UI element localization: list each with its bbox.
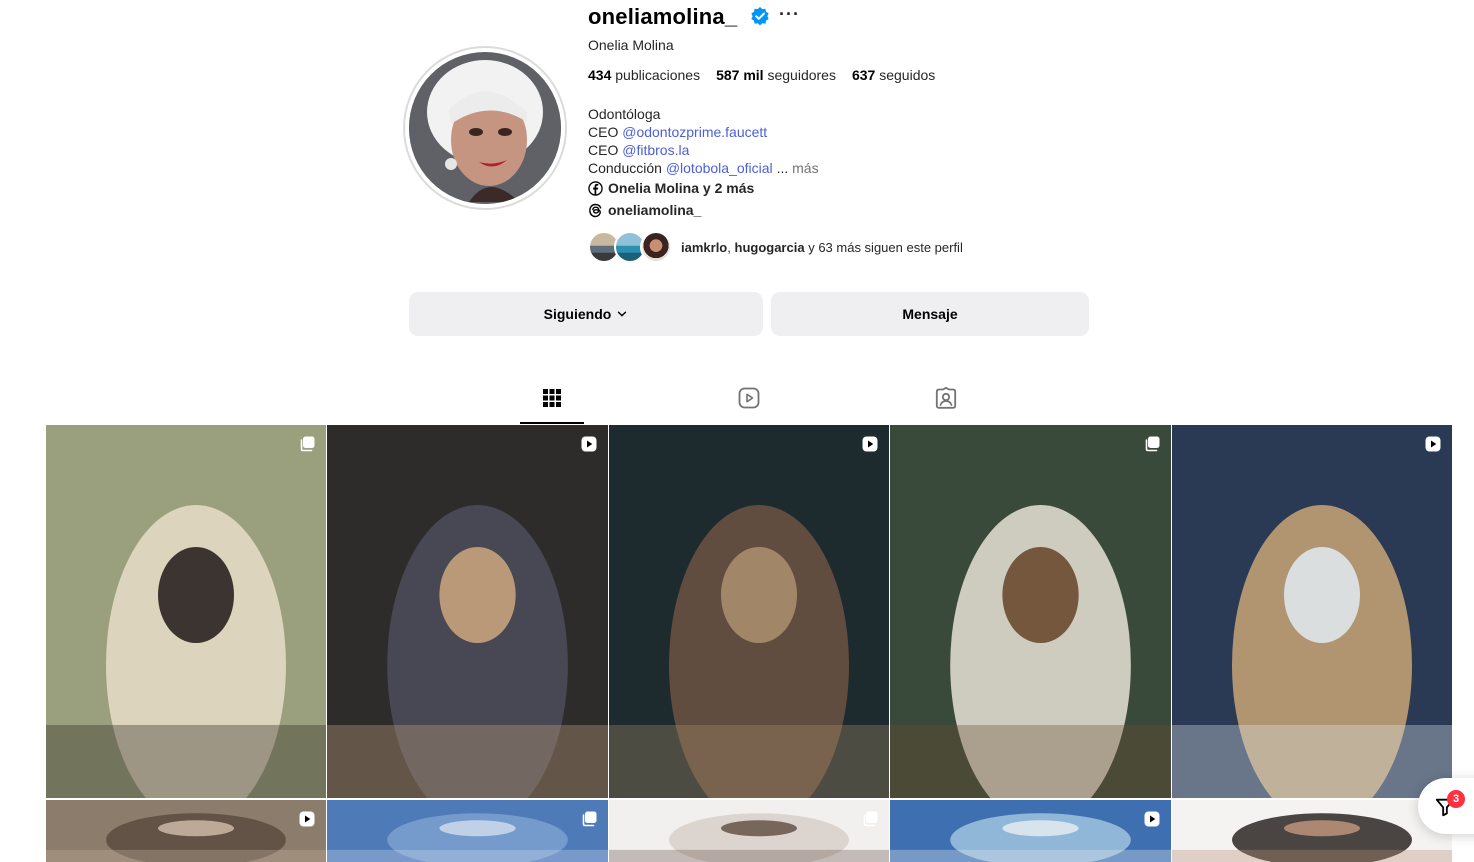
profile-avatar[interactable] (409, 52, 561, 204)
message-button-label: Mensaje (902, 306, 958, 322)
chevron-down-icon (618, 311, 627, 317)
more-options-icon[interactable]: ··· (779, 4, 800, 25)
profile-stats: 434 publicaciones 587 mil seguidores 637… (588, 67, 935, 83)
post-thumbnail[interactable] (46, 800, 326, 862)
post-thumbnail[interactable] (890, 425, 1171, 798)
bio-more-link[interactable]: más (792, 160, 818, 176)
reel-icon (862, 436, 878, 452)
post-image (46, 800, 326, 862)
post-image (890, 425, 1171, 798)
carousel-icon (1145, 436, 1160, 452)
reels-icon (738, 387, 760, 409)
tagged-icon (935, 386, 957, 409)
reel-icon (581, 436, 597, 452)
mention-link[interactable]: @lotobola_oficial (666, 160, 773, 176)
carousel-icon (863, 811, 878, 827)
follower-avatar (640, 231, 672, 263)
threads-link[interactable]: oneliamolina_ (588, 202, 701, 218)
post-image (609, 425, 889, 798)
post-thumbnail[interactable] (609, 425, 889, 798)
post-thumbnail[interactable] (1172, 800, 1452, 862)
tab-tagged[interactable] (914, 386, 978, 424)
posts-count: 434 publicaciones (588, 67, 701, 83)
following-button[interactable]: Siguiendo (409, 292, 763, 336)
post-image (890, 800, 1171, 862)
carousel-icon (582, 811, 597, 827)
facebook-link-label: Onelia Molina y 2 más (608, 180, 755, 196)
followed-by-text: iamkrlo, hugogarcia y 63 más siguen este… (681, 239, 963, 255)
profile-bio: Odontóloga CEO @odontozprime.faucett CEO… (588, 105, 819, 177)
followers-count[interactable]: 587 mil seguidores (716, 67, 836, 83)
post-image (327, 800, 608, 862)
bio-line: Conducción @lotobola_oficial ... más (588, 160, 819, 176)
profile-full-name: Onelia Molina (588, 37, 674, 53)
reel-icon (1144, 811, 1160, 827)
post-thumbnail[interactable] (327, 425, 608, 798)
mention-link[interactable]: @odontozprime.faucett (622, 124, 767, 140)
bio-line: Odontóloga (588, 106, 661, 122)
threads-icon (589, 203, 602, 217)
post-image (46, 425, 326, 798)
tab-posts[interactable] (520, 386, 584, 424)
post-image (609, 800, 889, 862)
threads-link-label: oneliamolina_ (608, 202, 702, 218)
message-button[interactable]: Mensaje (771, 292, 1089, 336)
grid-icon (543, 389, 561, 407)
avatar-image (409, 52, 561, 204)
post-thumbnail[interactable] (890, 800, 1171, 862)
facebook-link[interactable]: Onelia Molina y 2 más (588, 180, 754, 196)
notification-count-badge: 3 (1447, 790, 1465, 808)
post-image (327, 425, 608, 798)
post-thumbnail[interactable] (609, 800, 889, 862)
following-count[interactable]: 637 seguidos (852, 67, 935, 83)
post-thumbnail[interactable] (1172, 425, 1452, 798)
post-image (1172, 800, 1452, 862)
reel-icon (299, 811, 315, 827)
bio-line: CEO @odontozprime.faucett (588, 124, 768, 140)
profile-username: oneliamolina_ (588, 4, 738, 29)
tab-reels[interactable] (717, 386, 781, 424)
carousel-icon (300, 436, 315, 452)
post-image (1172, 425, 1452, 798)
following-button-label: Siguiendo (543, 306, 612, 322)
reel-icon (1425, 436, 1441, 452)
followed-by[interactable]: iamkrlo, hugogarcia y 63 más siguen este… (588, 231, 963, 263)
verified-badge-icon (751, 7, 769, 26)
facebook-icon (588, 180, 603, 196)
bio-line: CEO @fitbros.la (588, 142, 690, 158)
post-thumbnail[interactable] (46, 425, 326, 798)
mention-link[interactable]: @fitbros.la (622, 142, 689, 158)
post-thumbnail[interactable] (327, 800, 608, 862)
